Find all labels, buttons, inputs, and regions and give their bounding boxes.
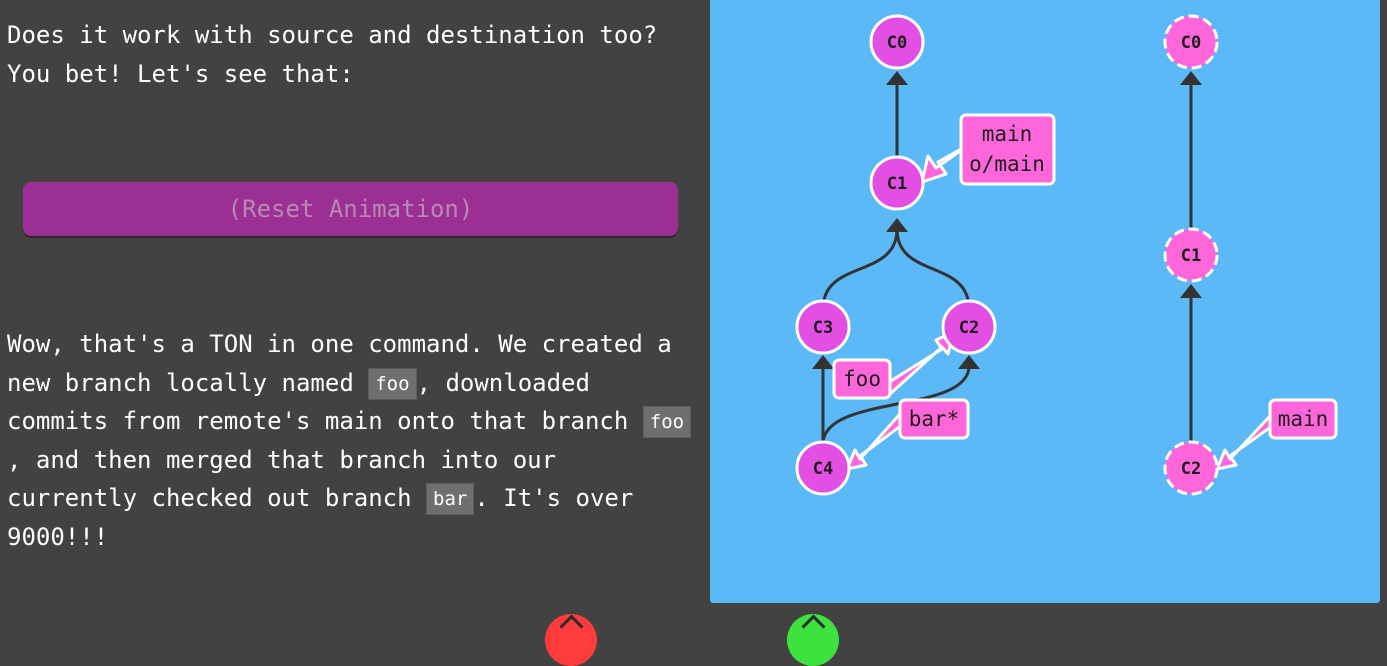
reset-animation-button[interactable]: (Reset Animation) bbox=[23, 182, 678, 236]
commit-c2[interactable]: C2 bbox=[941, 299, 997, 355]
bar-branch-label: bar* bbox=[909, 407, 960, 431]
intro-line-1: Does it work with source and destination… bbox=[7, 21, 658, 49]
previous-button[interactable] bbox=[545, 614, 597, 666]
arrowhead-c2 bbox=[958, 355, 980, 369]
remote-commit-c0[interactable]: C0 bbox=[1163, 14, 1219, 70]
commit-c1[interactable]: C1 bbox=[869, 155, 925, 211]
commit-c4[interactable]: C4 bbox=[795, 440, 851, 496]
reset-animation-label: (Reset Animation) bbox=[227, 195, 474, 223]
commit-c2-label: C2 bbox=[959, 318, 979, 338]
commit-c3[interactable]: C3 bbox=[795, 299, 851, 355]
instructions-panel: Does it work with source and destination… bbox=[0, 0, 700, 627]
explanation-text: Wow, that's a TON in one command. We cre… bbox=[7, 325, 697, 557]
commit-c3-label: C3 bbox=[813, 318, 833, 338]
commit-c1-label: C1 bbox=[887, 174, 907, 194]
remote-commit-c0-label: C0 bbox=[1181, 33, 1201, 53]
commit-c0[interactable]: C0 bbox=[869, 14, 925, 70]
remote-commit-c2[interactable]: C2 bbox=[1163, 440, 1219, 496]
code-foo-2: foo bbox=[642, 406, 692, 439]
arrowhead-c1 bbox=[886, 218, 908, 232]
arrowhead-remote-c1 bbox=[1180, 284, 1202, 298]
commit-c4-label: C4 bbox=[813, 459, 833, 479]
origin-main-branch-label: o/main bbox=[969, 152, 1045, 176]
remote-commit-c1[interactable]: C1 bbox=[1163, 227, 1219, 283]
next-button[interactable] bbox=[787, 614, 839, 666]
bar-branch-arrow bbox=[845, 412, 908, 471]
git-tree-svg: main o/main foo bar* main C0 C1 C2 C3 C4… bbox=[795, 14, 1338, 496]
foo-branch-label: foo bbox=[843, 367, 881, 391]
remote-main-branch-arrow bbox=[1215, 414, 1277, 471]
intro-line-2: You bet! Let's see that: bbox=[7, 59, 354, 88]
remote-main-branch-label: main bbox=[1278, 407, 1329, 431]
commit-c0-label: C0 bbox=[887, 33, 907, 53]
arrowhead-c3 bbox=[812, 355, 834, 369]
main-branch-label: main bbox=[982, 122, 1033, 146]
foo-branch-arrow bbox=[884, 330, 956, 396]
arrowhead-remote-c0 bbox=[1180, 71, 1202, 85]
code-bar: bar bbox=[426, 483, 475, 516]
arrowhead-c0 bbox=[886, 71, 908, 85]
remote-commit-c2-label: C2 bbox=[1181, 459, 1201, 479]
remote-commit-c1-label: C1 bbox=[1181, 246, 1201, 266]
git-visualization[interactable]: main o/main foo bar* main C0 C1 C2 C3 C4… bbox=[710, 0, 1380, 603]
edge-c3-c1 bbox=[821, 228, 899, 310]
intro-text: Does it work with source and destination… bbox=[7, 16, 697, 93]
edge-c2-c1 bbox=[895, 228, 971, 310]
code-foo-1: foo bbox=[368, 367, 417, 400]
